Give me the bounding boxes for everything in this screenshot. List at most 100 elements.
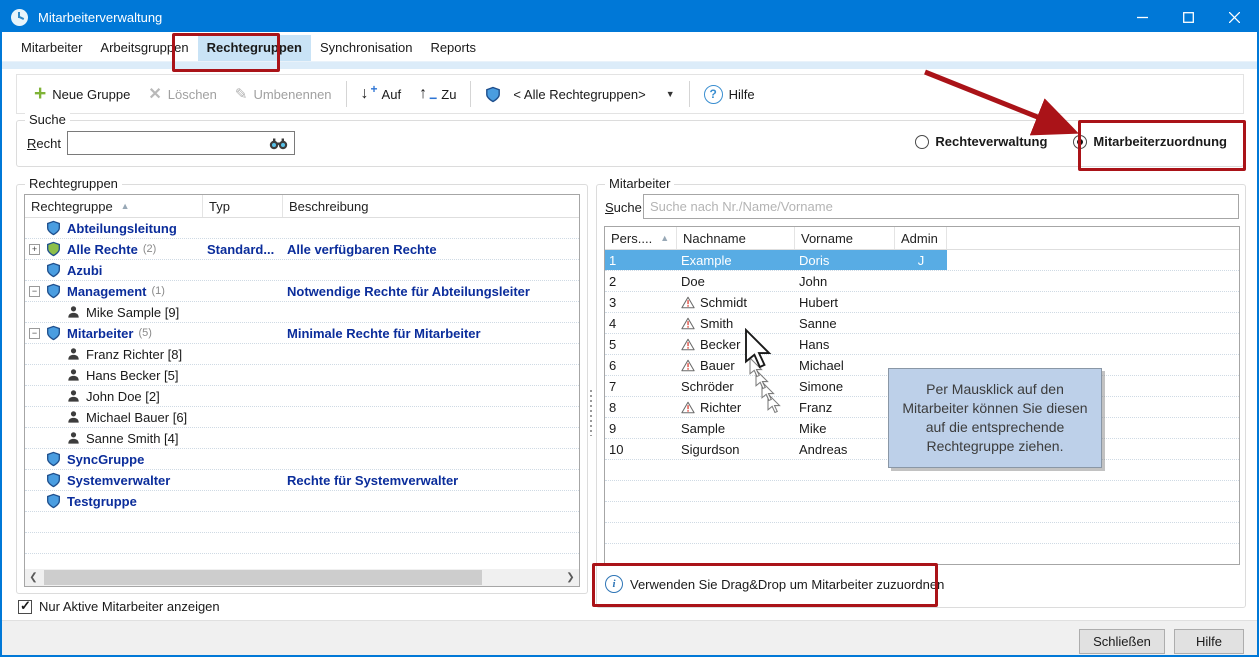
tree-row[interactable]: John Doe [2] bbox=[25, 386, 579, 407]
employee-row[interactable]: 3SchmidtHubert bbox=[605, 292, 1239, 313]
search-groupbox: Suche Recht Rechteverwaltung Mitarbeiter… bbox=[16, 120, 1244, 167]
radio-rechteverwaltung[interactable]: Rechteverwaltung bbox=[915, 134, 1047, 149]
toolbar: + Neue Gruppe ✕ Löschen ✎ Umbenennen ↓+ … bbox=[16, 74, 1244, 114]
member-count: (2) bbox=[143, 243, 156, 255]
shield-blue-icon bbox=[46, 220, 61, 236]
tree-row[interactable]: −Management(1)Notwendige Rechte für Abte… bbox=[25, 281, 579, 302]
horizontal-scrollbar[interactable]: ❮ ❯ bbox=[25, 569, 579, 586]
column-header-beschreibung[interactable]: Beschreibung bbox=[283, 195, 579, 217]
tree-row[interactable]: Michael Bauer [6] bbox=[25, 407, 579, 428]
employee-row[interactable]: 1ExampleDorisJ bbox=[605, 250, 1239, 271]
tree-item-label: Franz Richter [8] bbox=[86, 347, 182, 362]
collapse-icon[interactable]: − bbox=[29, 286, 40, 297]
tree-item-description bbox=[283, 428, 579, 448]
group-filter-dropdown[interactable]: < Alle Rechtegruppen> ▼ bbox=[476, 81, 683, 107]
tree-item-typ bbox=[203, 302, 283, 322]
tree-row[interactable]: −Mitarbeiter(5)Minimale Rechte für Mitar… bbox=[25, 323, 579, 344]
tree-item-label: Mitarbeiter bbox=[67, 326, 133, 341]
help-toolbar-button[interactable]: ? Hilfe bbox=[695, 81, 764, 107]
tree-row[interactable]: Franz Richter [8] bbox=[25, 344, 579, 365]
employee-nachname: Smith bbox=[677, 313, 795, 333]
tree-item-label: Sanne Smith [4] bbox=[86, 431, 179, 446]
collapse-label: Zu bbox=[441, 87, 456, 102]
delete-button[interactable]: ✕ Löschen bbox=[139, 81, 226, 107]
employee-nachname: Becker bbox=[677, 334, 795, 354]
employee-search-input[interactable] bbox=[643, 194, 1239, 219]
toolbar-separator bbox=[470, 81, 471, 107]
active-only-checkbox-row[interactable]: Nur Aktive Mitarbeiter anzeigen bbox=[18, 599, 220, 614]
tree-row[interactable]: SyncGruppe bbox=[25, 449, 579, 470]
tab-mitarbeiter[interactable]: Mitarbeiter bbox=[12, 35, 91, 61]
tree-row[interactable]: Azubi bbox=[25, 260, 579, 281]
expand-icon[interactable]: + bbox=[29, 244, 40, 255]
employee-filler bbox=[947, 334, 1239, 354]
employee-row[interactable]: 5BeckerHans bbox=[605, 334, 1239, 355]
employee-nr: 7 bbox=[605, 376, 677, 396]
person-icon bbox=[67, 431, 80, 445]
plus-icon: + bbox=[34, 85, 46, 103]
groups-tree-table: Rechtegruppe▲ Typ Beschreibung Abteilung… bbox=[24, 194, 580, 587]
employee-vorname: Michael bbox=[795, 355, 895, 375]
tree-row[interactable]: Sanne Smith [4] bbox=[25, 428, 579, 449]
collapse-icon[interactable]: − bbox=[29, 328, 40, 339]
tab-synchronisation[interactable]: Synchronisation bbox=[311, 35, 422, 61]
column-header-typ[interactable]: Typ bbox=[203, 195, 283, 217]
tree-row[interactable]: SystemverwalterRechte für Systemverwalte… bbox=[25, 470, 579, 491]
employee-vorname: Mike bbox=[795, 418, 895, 438]
tree-item-description bbox=[283, 386, 579, 406]
help-label: Hilfe bbox=[729, 87, 755, 102]
employee-nachname: Example bbox=[677, 250, 795, 270]
tree-item-description: Notwendige Rechte für Abteilungsleiter bbox=[283, 281, 579, 301]
collapse-all-button[interactable]: ↑− Zu bbox=[410, 81, 465, 107]
tree-item-description bbox=[283, 260, 579, 280]
tree-row[interactable]: Mike Sample [9] bbox=[25, 302, 579, 323]
maximize-button[interactable] bbox=[1165, 2, 1211, 32]
tree-item-label: John Doe [2] bbox=[86, 389, 160, 404]
employee-search-label: Suche bbox=[605, 200, 642, 215]
column-header-nachname[interactable]: Nachname bbox=[677, 227, 795, 249]
plus-mark: + bbox=[371, 82, 378, 96]
arrow-down-plus-icon: ↓ bbox=[361, 85, 369, 103]
new-group-button[interactable]: + Neue Gruppe bbox=[25, 81, 139, 107]
shield-blue-icon bbox=[46, 493, 61, 509]
close-dialog-button[interactable]: Schließen bbox=[1079, 629, 1165, 654]
tree-row[interactable]: Testgruppe bbox=[25, 491, 579, 512]
toolbar-separator bbox=[689, 81, 690, 107]
help-dialog-button[interactable]: Hilfe bbox=[1174, 629, 1244, 654]
search-legend: Suche bbox=[25, 112, 70, 127]
tree-row[interactable]: Hans Becker [5] bbox=[25, 365, 579, 386]
warning-icon bbox=[681, 338, 695, 351]
groups-tree-header: Rechtegruppe▲ Typ Beschreibung bbox=[25, 195, 579, 218]
column-header-rechtegruppe[interactable]: Rechtegruppe▲ bbox=[25, 195, 203, 217]
scrollbar-thumb[interactable] bbox=[44, 570, 482, 585]
column-header-vorname[interactable]: Vorname bbox=[795, 227, 895, 249]
rename-button[interactable]: ✎ Umbenennen bbox=[226, 81, 341, 107]
employee-nr: 5 bbox=[605, 334, 677, 354]
tree-row[interactable]: Abteilungsleitung bbox=[25, 218, 579, 239]
shield-icon bbox=[485, 86, 501, 103]
tab-reports[interactable]: Reports bbox=[421, 35, 485, 61]
employee-row[interactable]: 4SmithSanne bbox=[605, 313, 1239, 334]
shield-blue-icon bbox=[46, 451, 61, 467]
expand-all-button[interactable]: ↓+ Auf bbox=[352, 81, 411, 107]
tree-item-label: Hans Becker [5] bbox=[86, 368, 179, 383]
column-header-admin[interactable]: Admin bbox=[895, 227, 947, 249]
tree-item-label: Alle Rechte bbox=[67, 242, 138, 257]
tree-row[interactable]: +Alle Rechte(2)Standard...Alle verfügbar… bbox=[25, 239, 579, 260]
employee-nr: 10 bbox=[605, 439, 677, 459]
tree-item-typ bbox=[203, 344, 283, 364]
scroll-left-icon[interactable]: ❮ bbox=[25, 569, 42, 586]
minimize-button[interactable] bbox=[1119, 2, 1165, 32]
employee-row[interactable]: 2DoeJohn bbox=[605, 271, 1239, 292]
employee-empty-row bbox=[605, 544, 1239, 565]
column-header-persnr[interactable]: Pers....▲ bbox=[605, 227, 677, 249]
close-button[interactable] bbox=[1211, 2, 1257, 32]
recht-search-input[interactable] bbox=[67, 131, 295, 155]
checkbox-checked-icon[interactable] bbox=[18, 600, 32, 614]
shield-blue-icon bbox=[46, 262, 61, 278]
employee-vorname: Simone bbox=[795, 376, 895, 396]
scroll-right-icon[interactable]: ❯ bbox=[562, 569, 579, 586]
annotation-box-radio bbox=[1078, 120, 1246, 171]
tree-item-label: Azubi bbox=[67, 263, 102, 278]
panel-splitter-handle[interactable] bbox=[588, 390, 593, 436]
